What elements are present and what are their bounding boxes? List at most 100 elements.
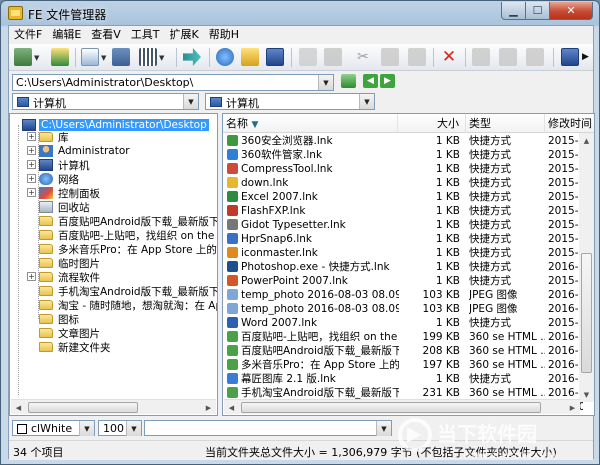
table-row[interactable]: temp_photo 2016-08-03 08.09.45.jpg 103 KB… xyxy=(223,288,583,302)
scroll-thumb[interactable] xyxy=(581,253,592,373)
expand-icon[interactable]: + xyxy=(27,272,36,281)
chevron-down-icon[interactable]: ▼ xyxy=(318,75,333,90)
column-date[interactable]: 修改时间 xyxy=(545,114,594,133)
scroll-left-icon[interactable]: ◀ xyxy=(224,400,239,415)
grid-icon[interactable] xyxy=(139,48,157,66)
table-row[interactable]: 百度贴吧Android版下载_最新版下... 208 KB 360 se HTML … xyxy=(223,344,583,358)
table-row[interactable]: down.lnk 1 KB 快捷方式 2015-08-1 xyxy=(223,176,583,190)
tree-view-icon[interactable] xyxy=(14,48,32,66)
tree-node[interactable]: 图标 xyxy=(39,312,81,326)
table-row[interactable]: 360软件管家.lnk 1 KB 快捷方式 2015-09-1 xyxy=(223,148,583,162)
file-list[interactable]: 名称 ▼ 大小 类型 修改时间 360安全浏览器.lnk 1 KB 快捷方式 2015… xyxy=(222,113,595,416)
table-row[interactable]: temp_photo 2016-08-03 08.09.46(1).jpg 103… xyxy=(223,302,583,316)
chevron-right-icon[interactable]: ▶ xyxy=(582,48,599,66)
forward-arrow-icon[interactable]: ▶ xyxy=(380,74,395,88)
title-bar[interactable]: FE 文件管理器 ▁ ☐ ✕ xyxy=(1,1,599,25)
tree-node[interactable]: 多米音乐Pro：在 App Store 上的内容 xyxy=(39,242,217,256)
chevron-down-icon[interactable]: ▼ xyxy=(376,421,391,436)
expand-icon[interactable]: + xyxy=(27,188,36,197)
table-row[interactable]: Photoshop.exe - 快捷方式.lnk 1 KB 快捷方式 2016-06-… xyxy=(223,260,583,274)
expand-icon[interactable]: + xyxy=(27,160,36,169)
tree-node[interactable]: 淘宝 - 随时随地，想淘就淘：在 App Store xyxy=(39,298,217,312)
close-button[interactable]: ✕ xyxy=(549,2,593,20)
chevron-down-icon[interactable]: ▼ xyxy=(101,54,106,62)
menu-tools[interactable]: 工具T xyxy=(126,26,165,43)
path-input[interactable]: C:\Users\Administrator\Desktop\ xyxy=(16,76,193,89)
table-row[interactable]: Word 2007.lnk 1 KB 快捷方式 2015-08-1 xyxy=(223,316,583,330)
menu-view[interactable]: 查看V xyxy=(86,26,126,43)
left-drive-combobox[interactable]: 计算机 ▼ xyxy=(12,93,199,110)
cut-icon[interactable]: ✂ xyxy=(354,48,372,66)
path-combobox[interactable]: C:\Users\Administrator\Desktop\ ▼ xyxy=(12,74,334,91)
column-name[interactable]: 名称 ▼ xyxy=(223,114,398,133)
menu-help[interactable]: 帮助H xyxy=(204,26,244,43)
delete-icon[interactable]: ✕ xyxy=(440,48,458,66)
up-folder-icon[interactable] xyxy=(51,48,69,66)
copy-icon[interactable] xyxy=(381,48,399,66)
chevron-down-icon[interactable]: ▼ xyxy=(183,94,198,109)
table-row[interactable]: CompressTool.lnk 1 KB 快捷方式 2015-08-1 xyxy=(223,162,583,176)
tree-node[interactable]: 回收站 xyxy=(39,200,92,214)
layout-icon[interactable] xyxy=(561,48,579,66)
menu-edit[interactable]: 编辑E xyxy=(47,26,86,43)
properties-icon[interactable] xyxy=(472,48,490,66)
expand-icon[interactable]: + xyxy=(27,146,36,155)
view-mode-icon[interactable] xyxy=(81,48,99,66)
chevron-down-icon[interactable]: ▼ xyxy=(34,54,39,62)
table-row[interactable]: Gidot Typesetter.lnk 1 KB 快捷方式 2015-08-1 xyxy=(223,218,583,232)
scroll-right-icon[interactable]: ▶ xyxy=(201,400,216,415)
list-vertical-scrollbar[interactable]: ▲ ▼ xyxy=(579,133,594,402)
zoom-stepper[interactable]: 100 ▼ xyxy=(98,420,142,436)
expand-icon[interactable]: + xyxy=(27,174,36,183)
attributes-icon[interactable] xyxy=(526,48,544,66)
table-row[interactable]: 360安全浏览器.lnk 1 KB 快捷方式 2015-08-1 xyxy=(223,134,583,148)
table-row[interactable]: 幕匠图库 2.1 版.lnk 1 KB 快捷方式 2016-08-0 xyxy=(223,372,583,386)
table-row[interactable]: 百度贴吧-上贴吧，找组织 on the A... 199 KB 360 se HTM… xyxy=(223,330,583,344)
table-row[interactable]: HprSnap6.lnk 1 KB 快捷方式 2015-08-1 xyxy=(223,232,583,246)
tree-node[interactable]: 百度贴吧-上贴吧，找组织 on the App Store xyxy=(39,228,217,242)
monitor-icon[interactable] xyxy=(266,48,284,66)
chevron-down-icon[interactable]: ▼ xyxy=(79,421,94,436)
maximize-button[interactable]: ☐ xyxy=(525,2,550,20)
tree-node[interactable]: 文章图片 xyxy=(39,326,102,340)
right-drive-combobox[interactable]: 计算机 ▼ xyxy=(205,93,375,110)
color-combobox[interactable]: clWhite ▼ xyxy=(12,420,95,436)
scroll-down-icon[interactable]: ▼ xyxy=(579,387,594,402)
expand-icon[interactable]: + xyxy=(27,132,36,141)
filter-combobox[interactable]: ▼ xyxy=(144,420,392,436)
table-row[interactable]: Excel 2007.lnk 1 KB 快捷方式 2015-08-1 xyxy=(223,190,583,204)
tree-node[interactable]: 临时图片 xyxy=(39,256,102,270)
table-row[interactable]: PowerPoint 2007.lnk 1 KB 快捷方式 2015-08-1 xyxy=(223,274,583,288)
rename-icon[interactable] xyxy=(499,48,517,66)
tree-node[interactable]: 控制面板 xyxy=(39,186,102,200)
tree-node[interactable]: 新建文件夹 xyxy=(39,340,113,354)
minimize-button[interactable]: ▁ xyxy=(501,2,526,20)
refresh-icon[interactable] xyxy=(341,74,356,88)
disabled-tool-icon[interactable] xyxy=(324,48,342,66)
tree-node[interactable]: 手机淘宝Android版下载_最新版下载 xyxy=(39,284,217,298)
tree-horizontal-scrollbar[interactable]: ◀ ▶ xyxy=(11,399,216,414)
column-size[interactable]: 大小 xyxy=(398,114,466,133)
scroll-thumb[interactable] xyxy=(28,402,138,413)
chevron-down-icon[interactable]: ▼ xyxy=(126,421,141,436)
chevron-down-icon[interactable]: ▼ xyxy=(359,94,374,109)
menu-file[interactable]: 文件F xyxy=(9,26,47,43)
tree-node[interactable]: Administrator xyxy=(39,144,132,158)
tree-node[interactable]: 流程软件 xyxy=(39,270,102,284)
folder-tree[interactable]: C:\Users\Administrator\Desktop + 库 + Adm… xyxy=(9,113,218,416)
chevron-down-icon[interactable]: ▼ xyxy=(159,54,164,62)
table-row[interactable]: FlashFXP.lnk 1 KB 快捷方式 2015-08-1 xyxy=(223,204,583,218)
back-arrow-icon[interactable]: ◀ xyxy=(363,74,378,88)
open-folder-icon[interactable] xyxy=(241,48,259,66)
table-row[interactable]: iconmaster.lnk 1 KB 快捷方式 2015-08-1 xyxy=(223,246,583,260)
column-type[interactable]: 类型 xyxy=(466,114,545,133)
tree-node[interactable]: 库 xyxy=(39,130,71,144)
columns-icon[interactable] xyxy=(112,48,130,66)
disabled-tool-icon[interactable] xyxy=(299,48,317,66)
tree-node[interactable]: 计算机 xyxy=(39,158,92,172)
globe-icon[interactable] xyxy=(216,48,234,66)
table-row[interactable]: 手机淘宝Android版下载_最新版下... 231 KB 360 se HTML … xyxy=(223,386,583,400)
table-row[interactable]: 多米音乐Pro：在 App Store 上的内... 197 KB 360 se H… xyxy=(223,358,583,372)
tree-node[interactable]: 网络 xyxy=(39,172,81,186)
scroll-up-icon[interactable]: ▲ xyxy=(579,133,594,148)
